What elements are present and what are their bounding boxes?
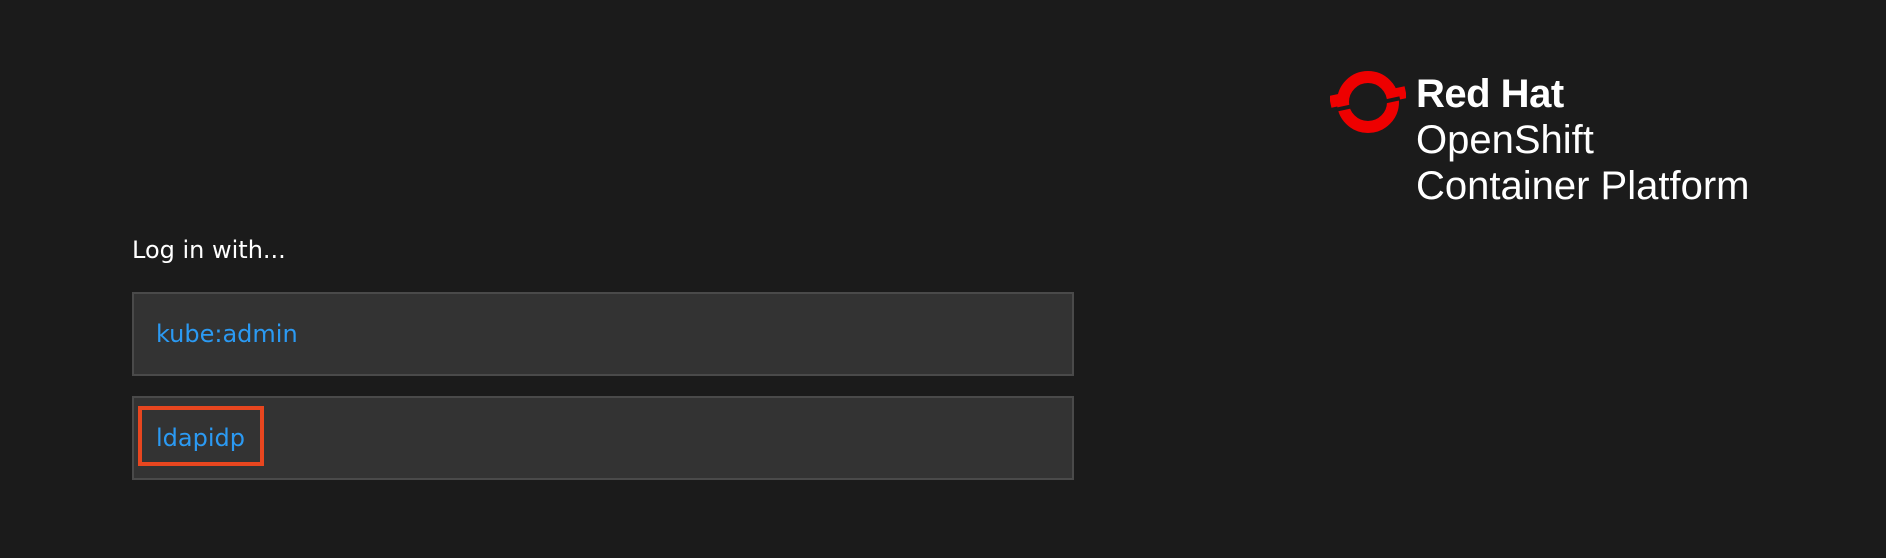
brand-logo-block: Red Hat OpenShift Container Platform	[1330, 64, 1850, 224]
brand-wordmark: Red Hat OpenShift Container Platform	[1416, 74, 1749, 206]
provider-link-kube-admin[interactable]: kube:admin	[156, 294, 298, 374]
provider-link-ldapidp[interactable]: ldapidp	[156, 398, 245, 478]
provider-kube-admin[interactable]: kube:admin	[132, 292, 1074, 376]
identity-provider-list: kube:admin ldapidp	[132, 292, 1074, 500]
login-page: Red Hat OpenShift Container Platform Log…	[0, 0, 1886, 558]
red-hat-openshift-logo-icon	[1330, 71, 1406, 133]
provider-ldapidp[interactable]: ldapidp	[132, 396, 1074, 480]
brand-line-red-hat: Red Hat	[1416, 72, 1564, 116]
brand-line-openshift: OpenShift	[1416, 118, 1594, 162]
brand-line-container-platform: Container Platform	[1416, 164, 1750, 208]
login-heading: Log in with...	[132, 236, 286, 264]
